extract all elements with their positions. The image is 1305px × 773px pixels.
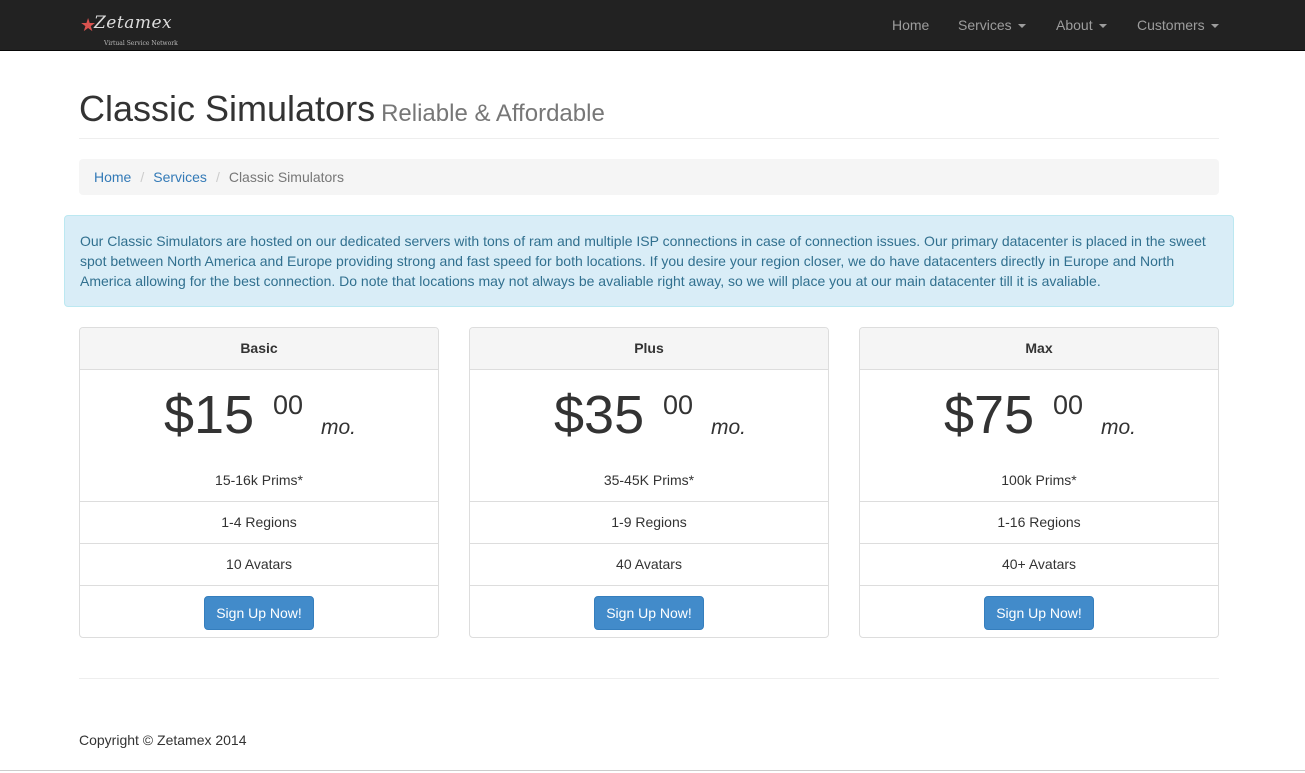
brand-logo[interactable]: ★ Zetamex Virtual Service Network [80, 12, 178, 50]
plan-feature-regions: 1-4 Regions [80, 502, 438, 544]
plan-price: $35 00 mo. [470, 370, 828, 460]
nav-services-dropdown[interactable]: Services [958, 0, 1026, 50]
brand-tagline: Virtual Service Network [104, 40, 178, 47]
plan-footer: Sign Up Now! [470, 586, 828, 640]
plan-name: Basic [80, 328, 438, 370]
nav-home[interactable]: Home [892, 0, 929, 50]
price-amount: $75 [944, 385, 1035, 445]
plan-feature-regions: 1-16 Regions [860, 502, 1218, 544]
plan-name: Plus [470, 328, 828, 370]
info-alert-text: Our Classic Simulators are hosted on our… [80, 233, 1206, 289]
nav-about-label: About [1056, 17, 1093, 33]
price-period: mo. [321, 416, 357, 439]
footer-copyright: Copyright © Zetamex 2014 [79, 732, 247, 748]
sign-up-button-max[interactable]: Sign Up Now! [984, 596, 1094, 630]
price-period: mo. [1101, 416, 1137, 439]
plan-feature-avatars: 40 Avatars [470, 544, 828, 586]
price-cents: 00 [1053, 390, 1084, 420]
footer-divider [79, 678, 1219, 679]
plan-feature-prims: 100k Prims* [860, 460, 1218, 502]
nav-customers-dropdown[interactable]: Customers [1137, 0, 1219, 50]
sign-up-button-basic[interactable]: Sign Up Now! [204, 596, 314, 630]
caret-down-icon [1210, 24, 1219, 29]
caret-down-icon [1017, 24, 1026, 29]
breadcrumb-separator: / [140, 169, 145, 185]
plan-price: $15 00 mo. [80, 370, 438, 460]
price-amount: $35 [554, 385, 645, 445]
sign-up-button-plus[interactable]: Sign Up Now! [594, 596, 704, 630]
breadcrumb-services-link[interactable]: Services [153, 169, 207, 185]
breadcrumb: Home / Services / Classic Simulators [79, 159, 1219, 195]
plan-price: $75 00 mo. [860, 370, 1218, 460]
plan-feature-prims: 15-16k Prims* [80, 460, 438, 502]
nav-about-dropdown[interactable]: About [1056, 0, 1107, 50]
plan-feature-avatars: 10 Avatars [80, 544, 438, 586]
nav-services-label: Services [958, 17, 1012, 33]
page-bottom-border [0, 770, 1305, 771]
info-alert: Our Classic Simulators are hosted on our… [64, 215, 1234, 307]
page-title: Classic Simulators [79, 88, 376, 129]
price-amount: $15 [164, 385, 255, 445]
plan-feature-avatars: 40+ Avatars [860, 544, 1218, 586]
breadcrumb-home-link[interactable]: Home [94, 169, 131, 185]
page-header: Classic Simulators Reliable & Affordable [79, 88, 1219, 139]
price-cents: 00 [663, 390, 694, 420]
plan-feature-prims: 35-45K Prims* [470, 460, 828, 502]
breadcrumb-separator: / [215, 169, 220, 185]
plan-feature-regions: 1-9 Regions [470, 502, 828, 544]
plan-footer: Sign Up Now! [80, 586, 438, 640]
price-period: mo. [711, 416, 747, 439]
brand-logo-text: Zetamex [94, 13, 173, 33]
page-subtitle: Reliable & Affordable [381, 100, 605, 127]
plan-name: Max [860, 328, 1218, 370]
plan-card-basic: Basic $15 00 mo. 15-16k Prims* 1-4 Regio… [79, 327, 439, 638]
plan-footer: Sign Up Now! [860, 586, 1218, 640]
top-navbar: ★ Zetamex Virtual Service Network Home S… [0, 0, 1305, 51]
nav-home-label: Home [892, 17, 930, 33]
price-cents: 00 [273, 390, 304, 420]
breadcrumb-current: Classic Simulators [228, 169, 344, 185]
plan-card-max: Max $75 00 mo. 100k Prims* 1-16 Regions … [859, 327, 1219, 638]
nav-customers-label: Customers [1137, 17, 1205, 33]
plan-card-plus: Plus $35 00 mo. 35-45K Prims* 1-9 Region… [469, 327, 829, 638]
caret-down-icon [1098, 24, 1107, 29]
